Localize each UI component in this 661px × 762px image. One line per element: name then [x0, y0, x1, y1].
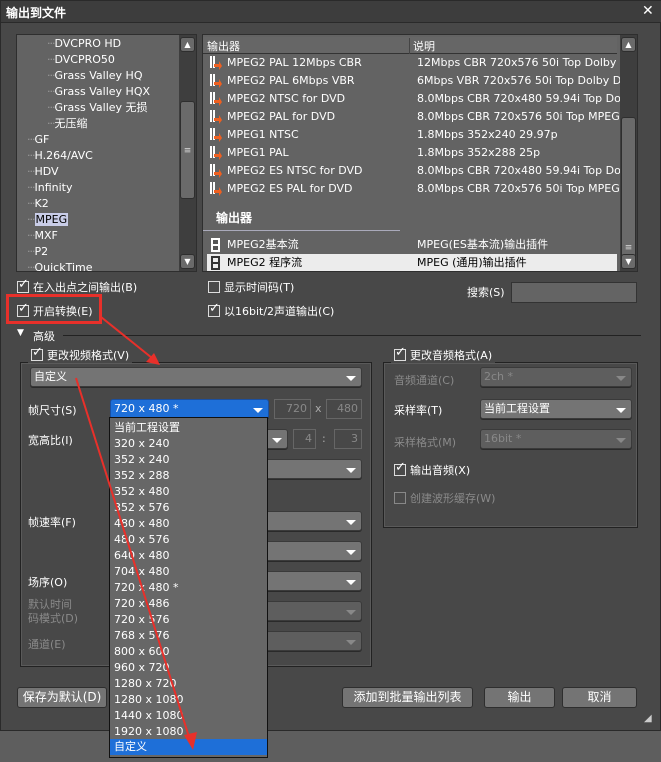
arrowhead-icon [184, 732, 197, 750]
annotation-arrow-1 [100, 316, 153, 359]
annotation-arrows [75, 316, 197, 750]
annotation-arrow-2 [75, 377, 191, 741]
